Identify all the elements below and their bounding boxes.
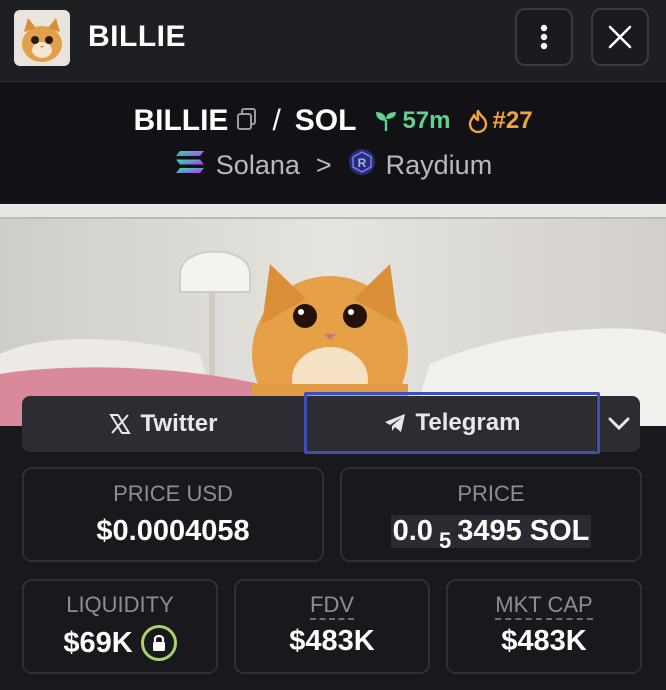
pair-base-symbol: BILLIE [133,104,229,137]
chain-link[interactable]: Solana [216,150,300,181]
price-native-amount: 0.0 5 3495 SOL [390,515,592,553]
flame-icon [468,109,487,133]
fdv-value: $483K [289,625,375,657]
price-native-card: PRICE 0.0 5 3495 SOL [340,467,642,562]
liquidity-value: $69K [63,626,133,659]
market-cap-label: MKT CAP [495,592,593,620]
solana-icon [174,149,206,182]
token-title: BILLIE [88,20,186,53]
pair-info: BILLIE / SOL 57m #27 Solana > R Raydium [0,83,666,203]
telegram-icon [384,414,405,432]
pair-quote-symbol: SOL [294,104,357,137]
liquidity-label: LIQUIDITY [66,592,174,617]
price-usd-value: $0.0004058 [96,515,250,547]
pair-age: 57m [374,107,451,135]
price-usd-label: PRICE USD [113,481,233,506]
menu-button[interactable] [515,8,573,66]
price-digits: 3495 SOL [457,515,590,547]
seedling-icon [376,112,397,131]
chain-breadcrumb: Solana > R Raydium [0,147,666,183]
svg-text:R: R [357,156,366,170]
liquidity-value-row: $69K [24,625,216,661]
market-cap-label-wrap[interactable]: MKT CAP [448,592,640,620]
price-usd-card: PRICE USD $0.0004058 [22,467,324,562]
raydium-icon: R [348,148,376,183]
trending-rank[interactable]: #27 [467,107,533,135]
pair-row: BILLIE / SOL 57m #27 [0,101,666,141]
price-zero-count: 5 [438,528,452,553]
close-button[interactable] [591,8,649,66]
liquidity-card: LIQUIDITY $69K [22,579,218,674]
social-links-bar: Twitter Telegram [22,392,640,454]
telegram-label: Telegram [415,409,521,436]
telegram-link[interactable]: Telegram [304,392,600,454]
breadcrumb-chevron: > [315,149,332,180]
pair-separator: / [272,104,281,137]
twitter-link[interactable]: Twitter [22,396,304,452]
fdv-label-wrap[interactable]: FDV [236,592,428,620]
fdv-label: FDV [310,592,354,620]
token-avatar [14,10,70,66]
chevron-down-icon [608,417,629,431]
more-links-button[interactable] [596,396,640,452]
price-prefix: 0.0 [392,515,433,547]
pair-age-value: 57m [402,107,451,134]
lock-icon[interactable] [140,625,177,661]
price-native-label: PRICE [457,481,525,506]
market-cap-card: MKT CAP $483K [446,579,642,674]
price-native-value: 0.0 5 3495 SOL [342,515,640,553]
close-icon [608,25,632,49]
dex-link[interactable]: Raydium [386,150,493,181]
copy-icon[interactable] [236,107,258,136]
kebab-menu-icon [540,24,548,50]
trending-rank-value: #27 [492,107,533,134]
twitter-label: Twitter [140,410,218,437]
fdv-card: FDV $483K [234,579,430,674]
top-bar: BILLIE [0,0,666,82]
market-cap-value: $483K [501,625,587,657]
x-logo-icon [108,414,131,434]
